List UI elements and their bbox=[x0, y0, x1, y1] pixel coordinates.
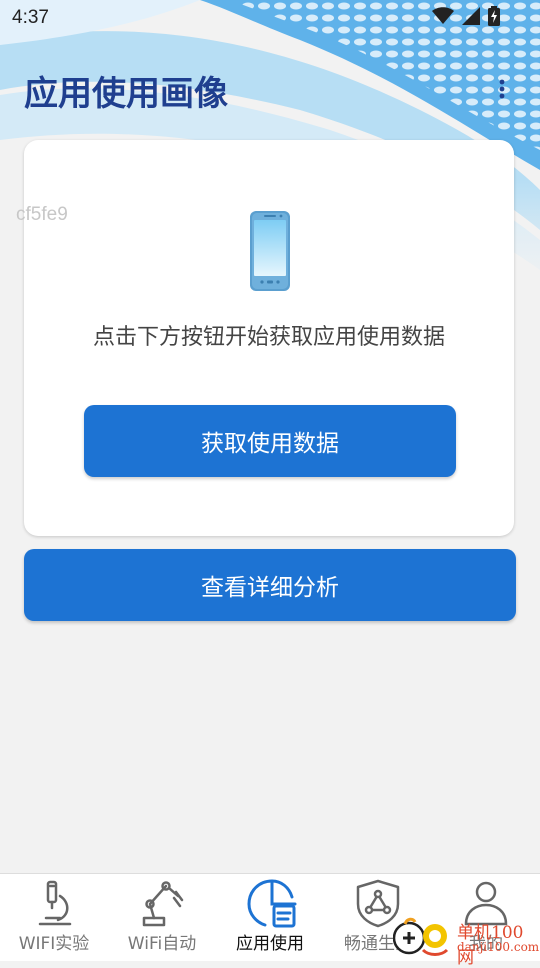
more-vertical-icon[interactable] bbox=[492, 74, 512, 104]
app-usage-icon bbox=[247, 879, 297, 928]
usage-card: 点击下方按钮开始获取应用使用数据 获取使用数据 bbox=[24, 140, 514, 536]
battery-charging-icon bbox=[488, 6, 500, 26]
smartphone-icon bbox=[249, 210, 291, 296]
nav-label-wifi-experiment: WIFI实验 bbox=[18, 934, 90, 954]
brand-watermark: 单机100网 danji100.com bbox=[393, 910, 540, 968]
robot-arm-icon bbox=[142, 881, 184, 927]
app-bar: 应用使用画像 bbox=[0, 54, 540, 118]
fetch-usage-data-label: 获取使用数据 bbox=[201, 431, 339, 457]
danji-logo-icon bbox=[393, 917, 449, 956]
nav-label-app-usage: 应用使用 bbox=[236, 934, 304, 954]
status-time: 4:37 bbox=[12, 7, 49, 28]
signal-icon bbox=[462, 7, 480, 25]
microscope-icon bbox=[38, 880, 72, 926]
wifi-icon bbox=[432, 7, 454, 24]
view-detailed-analysis-label: 查看详细分析 bbox=[201, 575, 339, 601]
brand-domain: danji100.com bbox=[457, 940, 540, 954]
fetch-usage-data-button[interactable]: 获取使用数据 bbox=[84, 405, 456, 477]
view-detailed-analysis-button[interactable]: 查看详细分析 bbox=[24, 549, 516, 621]
nav-item-app-usage[interactable]: 应用使用 bbox=[216, 874, 324, 961]
page-title: 应用使用画像 bbox=[24, 74, 228, 114]
status-bar: 4:37 bbox=[0, 0, 540, 36]
fetch-prompt-text: 点击下方按钮开始获取应用使用数据 bbox=[92, 325, 445, 350]
watermark-text: cf5fe9 bbox=[16, 204, 68, 225]
nav-label-wifi-auto: WiFi自动 bbox=[127, 934, 197, 954]
nav-item-wifi-auto[interactable]: WiFi自动 bbox=[108, 874, 216, 961]
nav-item-wifi-experiment[interactable]: WIFI实验 bbox=[0, 874, 108, 961]
